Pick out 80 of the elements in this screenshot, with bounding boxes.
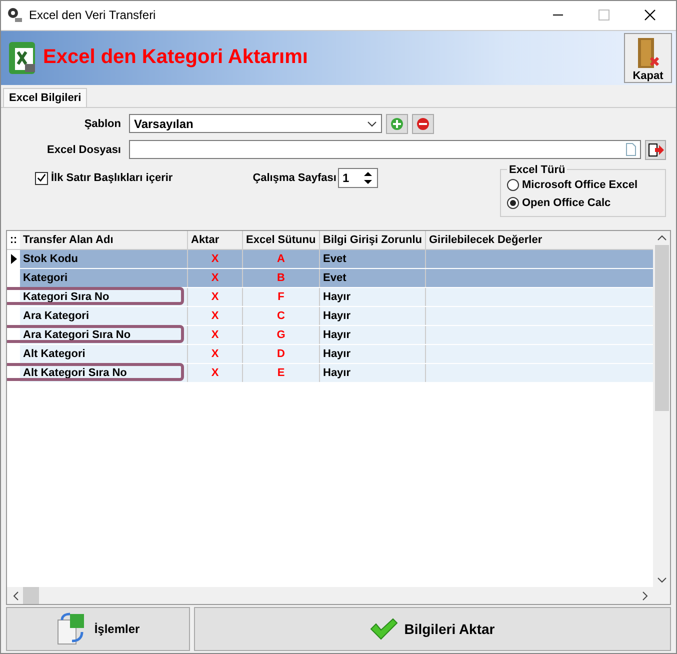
table-cell: Kategori Sıra No <box>23 290 110 303</box>
checkbox-label: İlk Satır Başlıkları içerir <box>51 172 173 184</box>
file-field[interactable] <box>129 140 641 160</box>
column-header[interactable]: Transfer Alan Adı <box>20 230 188 249</box>
table-row[interactable]: Ara Kategori Sıra No X G Hayır <box>7 326 653 345</box>
chevron-down-icon <box>367 120 377 127</box>
column-header[interactable]: Excel Sütunu <box>243 230 320 249</box>
table-cell: Alt Kategori Sıra No <box>23 366 127 379</box>
close-button[interactable]: Kapat <box>624 32 672 83</box>
group-title: Excel Türü <box>508 164 566 176</box>
table-cell: G <box>276 328 286 341</box>
table-cell: X <box>211 366 219 379</box>
table-row[interactable]: Kategori X B Evet <box>7 268 653 288</box>
chevron-right-icon[interactable] <box>642 590 648 601</box>
browse-button[interactable] <box>645 140 666 160</box>
table-cell: X <box>211 252 219 265</box>
table-cell: Evet <box>323 272 346 284</box>
table-cell: A <box>277 252 285 265</box>
chevron-left-icon[interactable] <box>13 590 19 601</box>
template-dropdown[interactable]: Varsayılan <box>129 114 382 134</box>
add-button[interactable] <box>386 114 408 134</box>
table-cell: Hayır <box>323 328 351 341</box>
table-cell: Hayır <box>323 310 351 322</box>
table-cell: Hayır <box>323 366 351 379</box>
chevron-down-icon[interactable] <box>656 577 666 584</box>
table-cell: X <box>211 328 219 341</box>
plus-icon <box>390 116 404 131</box>
checkbox[interactable] <box>35 172 48 185</box>
table-cell: B <box>277 272 285 284</box>
column-header[interactable]: Aktar <box>188 230 243 249</box>
close-icon[interactable] <box>644 9 656 22</box>
table-cell: Kategori <box>23 272 68 284</box>
table-cell: Ara Kategori <box>23 310 90 322</box>
operations-button[interactable]: İşlemler <box>6 607 190 652</box>
table-cell: E <box>277 366 285 379</box>
table-row[interactable]: Stok Kodu X A Evet <box>7 250 653 269</box>
remove-button[interactable] <box>412 114 434 134</box>
door-icon <box>635 36 661 70</box>
table-cell: F <box>278 290 284 303</box>
transfer-button[interactable]: Bilgileri Aktar <box>194 607 671 652</box>
sheet-spinner[interactable]: 1 <box>338 168 378 188</box>
tab[interactable]: Excel Bilgileri <box>3 88 88 107</box>
window-title: Excel den Veri Transferi <box>29 8 156 22</box>
table-row[interactable]: Alt Kategori X D Hayır <box>7 344 653 364</box>
table-row[interactable]: Ara Kategori X C Hayır <box>7 306 653 326</box>
table-cell: X <box>211 290 219 303</box>
field-label: Şablon <box>83 118 121 130</box>
scrollbar-thumb[interactable] <box>654 244 668 411</box>
grid-corner-icon <box>11 236 16 243</box>
table-cell: Hayır <box>323 290 351 303</box>
chevron-up-icon[interactable] <box>656 234 666 241</box>
checkmark-icon <box>370 618 398 640</box>
table-cell: C <box>277 310 285 322</box>
radio-button[interactable] <box>507 196 519 209</box>
horizontal-scrollbar[interactable] <box>7 587 670 604</box>
table-cell: X <box>211 272 219 284</box>
table-cell: Alt Kategori <box>23 348 86 360</box>
document-arrow-icon <box>648 142 664 157</box>
table-row[interactable]: Kategori Sıra No X F Hayır <box>7 288 653 307</box>
table-cell: X <box>211 348 219 360</box>
minus-icon <box>416 116 430 131</box>
app-icon <box>7 7 23 24</box>
table-cell: X <box>211 310 219 322</box>
radio-label: Microsoft Office Excel <box>522 178 638 191</box>
field-label: Çalışma Sayfası <box>252 172 336 184</box>
table-cell: Evet <box>323 252 346 265</box>
field-label: Excel Dosyası <box>46 144 121 156</box>
radio-button[interactable] <box>507 178 519 191</box>
table-cell: Ara Kategori Sıra No <box>23 328 131 341</box>
scrollbar-thumb[interactable] <box>23 587 39 604</box>
table-cell: Stok Kodu <box>23 252 78 265</box>
table-cell: Hayır <box>323 348 351 360</box>
column-header[interactable]: Bilgi Girişi Zorunlu <box>320 230 426 249</box>
radio-label: Open Office Calc <box>522 196 611 209</box>
table-row[interactable]: Alt Kategori Sıra No X E Hayır <box>7 364 653 383</box>
document-icon <box>626 143 636 156</box>
table-cell: D <box>277 348 285 360</box>
vertical-scrollbar[interactable] <box>653 230 670 588</box>
header-title: Excel den Kategori Aktarımı <box>43 46 308 70</box>
spin-arrows-icon <box>364 170 372 185</box>
